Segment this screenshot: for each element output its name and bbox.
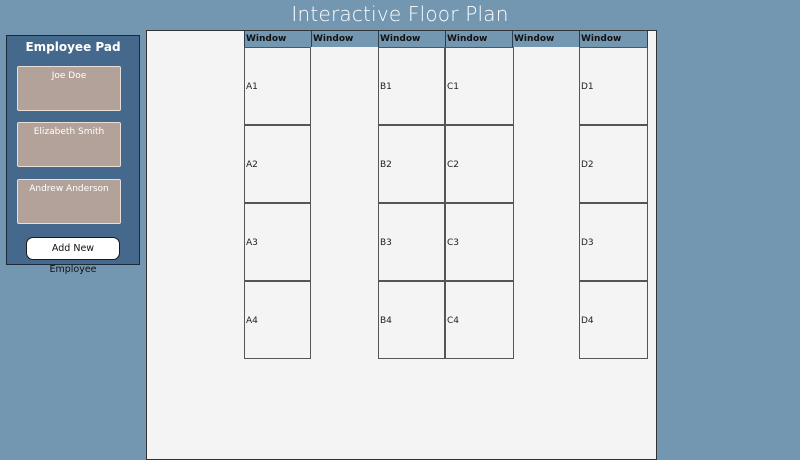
- employee-card-joe-doe[interactable]: Joe Doe: [17, 66, 121, 111]
- window-label-3: Window: [378, 31, 446, 47]
- desk-b4[interactable]: B4: [378, 281, 445, 359]
- window-label-6: Window: [579, 31, 648, 47]
- desk-b3[interactable]: B3: [378, 203, 445, 281]
- desk-a4[interactable]: A4: [244, 281, 311, 359]
- window-label-2: Window: [311, 31, 379, 47]
- add-new-employee-button[interactable]: Add New Employee: [26, 237, 120, 275]
- window-label-4: Window: [445, 31, 513, 47]
- desk-d1[interactable]: D1: [579, 47, 648, 125]
- desk-d4[interactable]: D4: [579, 281, 648, 359]
- desk-d2[interactable]: D2: [579, 125, 648, 203]
- page-title: Interactive Floor Plan: [291, 2, 509, 26]
- desk-d3[interactable]: D3: [579, 203, 648, 281]
- desk-b1[interactable]: B1: [378, 47, 445, 125]
- employee-pad-title: Employee Pad: [25, 40, 121, 54]
- desk-b2[interactable]: B2: [378, 125, 445, 203]
- window-label-1: Window: [244, 31, 312, 47]
- desk-a1[interactable]: A1: [244, 47, 311, 125]
- desk-a2[interactable]: A2: [244, 125, 311, 203]
- window-label-5: Window: [512, 31, 580, 47]
- employee-card-elizabeth-smith[interactable]: Elizabeth Smith: [17, 122, 121, 167]
- employee-pad: Employee Pad Joe Doe Elizabeth Smith And…: [6, 35, 140, 275]
- desk-c2[interactable]: C2: [445, 125, 514, 203]
- desk-c1[interactable]: C1: [445, 47, 514, 125]
- employee-card-andrew-anderson[interactable]: Andrew Anderson: [17, 179, 121, 224]
- desk-a3[interactable]: A3: [244, 203, 311, 281]
- desk-c3[interactable]: C3: [445, 203, 514, 281]
- desk-c4[interactable]: C4: [445, 281, 514, 359]
